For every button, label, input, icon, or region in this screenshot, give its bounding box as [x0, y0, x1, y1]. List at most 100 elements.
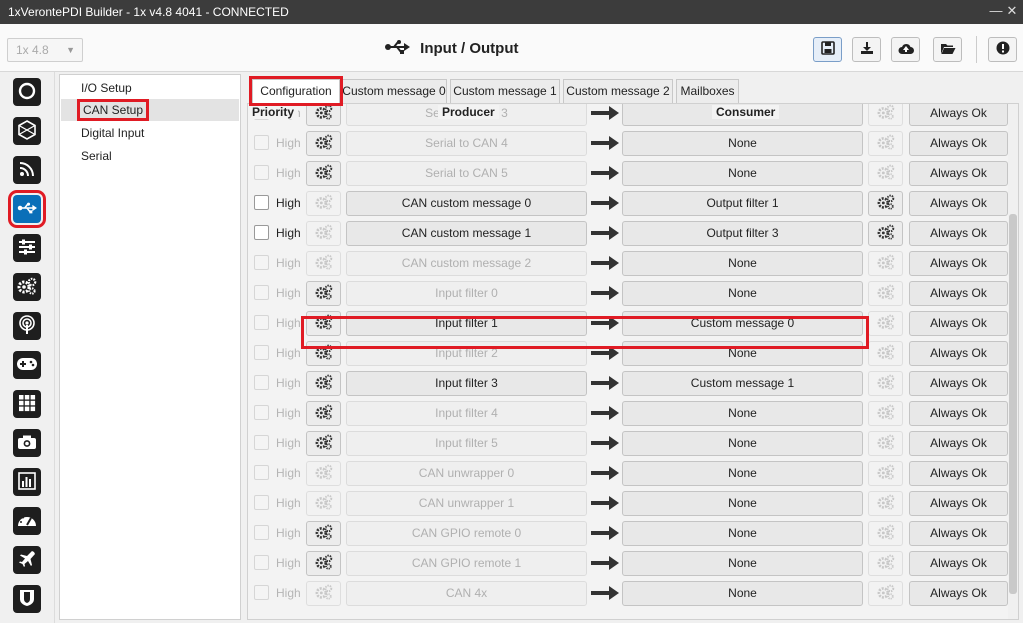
producer-button[interactable]: CAN custom message 2: [346, 251, 587, 276]
sidebar-shield[interactable]: [13, 585, 41, 613]
tab-custom-message-2[interactable]: Custom message 2: [563, 79, 673, 103]
consumer-button[interactable]: None: [622, 551, 863, 576]
producer-settings-button[interactable]: [306, 581, 341, 606]
priority-checkbox[interactable]: [254, 285, 269, 300]
consumer-settings-button[interactable]: [868, 431, 903, 456]
consumer-button[interactable]: None: [622, 491, 863, 516]
always-ok-button[interactable]: Always Ok: [909, 104, 1008, 126]
info-button[interactable]: [988, 37, 1017, 62]
producer-button[interactable]: Input filter 3: [346, 371, 587, 396]
sidebar-gauge[interactable]: [13, 507, 41, 535]
always-ok-button[interactable]: Always Ok: [909, 431, 1008, 456]
consumer-button[interactable]: None: [622, 431, 863, 456]
download-button[interactable]: [852, 37, 881, 62]
sidebar-chart[interactable]: [13, 468, 41, 496]
priority-checkbox[interactable]: [254, 225, 269, 240]
producer-button[interactable]: Input filter 5: [346, 431, 587, 456]
producer-button[interactable]: CAN GPIO remote 1: [346, 551, 587, 576]
consumer-settings-button[interactable]: [868, 221, 903, 246]
producer-settings-button[interactable]: [306, 311, 341, 336]
always-ok-button[interactable]: Always Ok: [909, 491, 1008, 516]
scroll-thumb[interactable]: [1009, 214, 1017, 594]
consumer-button[interactable]: None: [622, 521, 863, 546]
producer-settings-button[interactable]: [306, 191, 341, 216]
producer-settings-button[interactable]: [306, 131, 341, 156]
sidebar-podcast[interactable]: [13, 312, 41, 340]
sidebar-hexagon[interactable]: [13, 117, 41, 145]
always-ok-button[interactable]: Always Ok: [909, 551, 1008, 576]
priority-checkbox[interactable]: [254, 525, 269, 540]
producer-settings-button[interactable]: [306, 401, 341, 426]
producer-settings-button[interactable]: [306, 161, 341, 186]
consumer-settings-button[interactable]: [868, 104, 903, 126]
always-ok-button[interactable]: Always Ok: [909, 581, 1008, 606]
producer-button[interactable]: CAN 4x: [346, 581, 587, 606]
consumer-settings-button[interactable]: [868, 401, 903, 426]
consumer-button[interactable]: None: [622, 401, 863, 426]
menu-item-can-setup[interactable]: CAN Setup: [61, 99, 239, 121]
producer-button[interactable]: Input filter 0: [346, 281, 587, 306]
tab-configuration[interactable]: Configuration: [249, 76, 343, 106]
tab-mailboxes[interactable]: Mailboxes: [676, 79, 739, 103]
always-ok-button[interactable]: Always Ok: [909, 251, 1008, 276]
consumer-button[interactable]: Output filter 3: [622, 221, 863, 246]
priority-checkbox[interactable]: [254, 345, 269, 360]
consumer-settings-button[interactable]: [868, 161, 903, 186]
consumer-button[interactable]: None: [622, 161, 863, 186]
consumer-settings-button[interactable]: [868, 551, 903, 576]
priority-checkbox[interactable]: [254, 135, 269, 150]
producer-button[interactable]: CAN custom message 1: [346, 221, 587, 246]
sidebar-sliders[interactable]: [13, 234, 41, 262]
priority-checkbox[interactable]: [254, 585, 269, 600]
always-ok-button[interactable]: Always Ok: [909, 401, 1008, 426]
producer-settings-button[interactable]: [306, 461, 341, 486]
producer-button[interactable]: CAN unwrapper 0: [346, 461, 587, 486]
consumer-settings-button[interactable]: [868, 191, 903, 216]
consumer-settings-button[interactable]: [868, 371, 903, 396]
producer-settings-button[interactable]: [306, 431, 341, 456]
producer-settings-button[interactable]: [306, 281, 341, 306]
consumer-button[interactable]: None: [622, 341, 863, 366]
producer-button[interactable]: Input filter 1: [346, 311, 587, 336]
menu-item-io-setup[interactable]: I/O Setup: [61, 77, 239, 99]
sidebar-plane[interactable]: [13, 546, 41, 574]
producer-button[interactable]: Serial to CAN 5: [346, 161, 587, 186]
consumer-button[interactable]: None: [622, 581, 863, 606]
always-ok-button[interactable]: Always Ok: [909, 131, 1008, 156]
producer-settings-button[interactable]: [306, 491, 341, 516]
save-button[interactable]: [813, 37, 842, 62]
consumer-settings-button[interactable]: [868, 461, 903, 486]
priority-checkbox[interactable]: [254, 465, 269, 480]
always-ok-button[interactable]: Always Ok: [909, 311, 1008, 336]
producer-settings-button[interactable]: [306, 221, 341, 246]
priority-checkbox[interactable]: [254, 495, 269, 510]
consumer-button[interactable]: None: [622, 131, 863, 156]
always-ok-button[interactable]: Always Ok: [909, 341, 1008, 366]
menu-item-serial[interactable]: Serial: [61, 145, 239, 167]
priority-checkbox[interactable]: [254, 165, 269, 180]
consumer-settings-button[interactable]: [868, 341, 903, 366]
always-ok-button[interactable]: Always Ok: [909, 281, 1008, 306]
priority-checkbox[interactable]: [254, 315, 269, 330]
producer-button[interactable]: Input filter 2: [346, 341, 587, 366]
consumer-button[interactable]: Output filter 1: [622, 191, 863, 216]
consumer-settings-button[interactable]: [868, 281, 903, 306]
consumer-button[interactable]: Custom message 1: [622, 371, 863, 396]
priority-checkbox[interactable]: [254, 255, 269, 270]
sidebar-grid[interactable]: [13, 390, 41, 418]
cloud-upload-button[interactable]: [891, 37, 920, 62]
always-ok-button[interactable]: Always Ok: [909, 161, 1008, 186]
consumer-settings-button[interactable]: [868, 311, 903, 336]
producer-settings-button[interactable]: [306, 521, 341, 546]
sidebar-gamepad[interactable]: [13, 351, 41, 379]
priority-checkbox[interactable]: [254, 195, 269, 210]
always-ok-button[interactable]: Always Ok: [909, 521, 1008, 546]
producer-settings-button[interactable]: [306, 551, 341, 576]
producer-settings-button[interactable]: [306, 371, 341, 396]
consumer-button[interactable]: Custom message 0: [622, 311, 863, 336]
sidebar-input-output[interactable]: [8, 190, 46, 228]
producer-button[interactable]: Input filter 4: [346, 401, 587, 426]
priority-checkbox[interactable]: [254, 375, 269, 390]
consumer-settings-button[interactable]: [868, 521, 903, 546]
always-ok-button[interactable]: Always Ok: [909, 221, 1008, 246]
